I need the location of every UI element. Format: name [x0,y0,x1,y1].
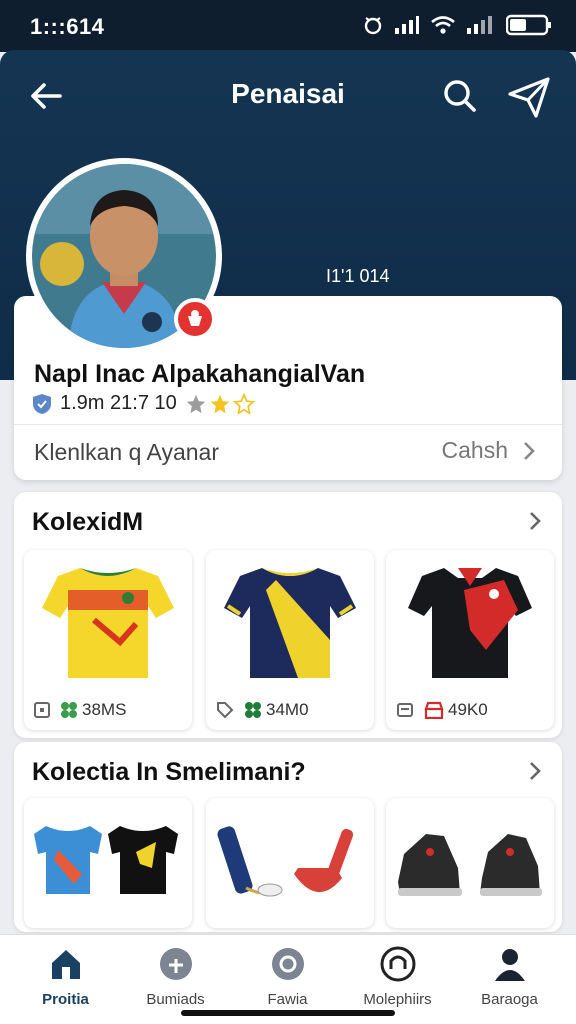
tag-icon [217,702,234,719]
nav-label: Bumiads [146,991,205,1008]
profile-name: Napl Inac AlpakahangialVan [34,360,366,388]
signal-icon [395,16,419,34]
collection-section: KolexidM 38MS 34M0 49K0 [14,492,562,738]
product-price: 34M0 [266,700,309,719]
chevron-right-icon [524,441,535,460]
clover-icon [245,702,261,718]
square-icon [34,702,50,718]
nav-label: Proitia [42,991,89,1008]
profile-link[interactable]: Cahsh [442,437,536,464]
nav-item-profile[interactable]: Baraoga [452,945,567,1008]
divider [14,424,562,425]
signal-2-icon [467,16,492,34]
alarm-icon [364,17,382,35]
profile-link-label: Cahsh [441,437,508,463]
shop-icon [159,948,192,980]
messages-icon [380,946,415,982]
sneakers-image [398,834,542,896]
box-icon [397,703,413,717]
product-card[interactable] [386,798,554,928]
nav-label: Baraoga [481,991,538,1008]
price-row: 38MS [34,700,126,720]
product-card[interactable]: 49K0 [386,550,554,730]
nav-label: Molephiirs [363,991,432,1008]
product-card[interactable]: 38MS [24,550,192,730]
header-meta: I1'1 014 [326,266,390,286]
verified-badge [174,298,216,340]
compass-icon [271,948,304,980]
chevron-right-icon[interactable] [528,760,542,782]
shield-icon [33,393,51,414]
star-icon [186,394,205,413]
battery-icon [506,14,551,36]
price-row: 49K0 [396,700,488,720]
polo-image [408,568,532,678]
stats-text: 1.9m 21:7 10 [60,392,177,414]
nav-item-messages[interactable]: Molephiirs [340,945,455,1008]
nav-item-shop[interactable]: Bumiads [118,945,233,1008]
nav-item-explore[interactable]: Fawia [230,945,345,1008]
collection-section-2: Kolectia In Smelimani? [14,742,562,932]
product-price: 49K0 [448,700,488,719]
search-icon[interactable] [440,76,480,116]
status-bar: 1:::614 [0,0,576,52]
profile-stats: 1.9m 21:7 10 [32,392,255,415]
section-title: KolexidM [32,508,144,536]
product-card[interactable] [206,798,374,928]
send-icon[interactable] [506,74,552,120]
jersey-image [224,568,356,678]
badge-icon [188,310,202,326]
product-card[interactable] [24,798,192,928]
home-indicator[interactable] [181,1010,395,1016]
wifi-icon [431,16,455,34]
chevron-right-icon[interactable] [528,510,542,532]
jerseys-image [34,826,178,894]
shop-icon [424,701,444,719]
status-icons [362,14,552,36]
star-icon [210,394,229,413]
nav-label: Fawia [267,991,308,1008]
section-title: Kolectia In Smelimani? [32,758,306,786]
nav-item-home[interactable]: Proitia [8,945,123,1008]
price-row: 34M0 [216,700,309,720]
jersey-image [42,568,174,678]
star-icon [232,392,255,415]
clover-icon [61,702,77,718]
accessories-image [217,826,354,897]
star-rating [185,392,255,415]
status-time: 1:::614 [30,14,105,39]
profile-icon [494,949,525,981]
page-title: Penaisai [231,78,345,109]
product-price: 38MS [82,700,127,719]
home-icon [51,950,80,979]
product-card[interactable]: 34M0 [206,550,374,730]
profile-subtitle: Klenlkan q Ayanar [34,439,219,465]
